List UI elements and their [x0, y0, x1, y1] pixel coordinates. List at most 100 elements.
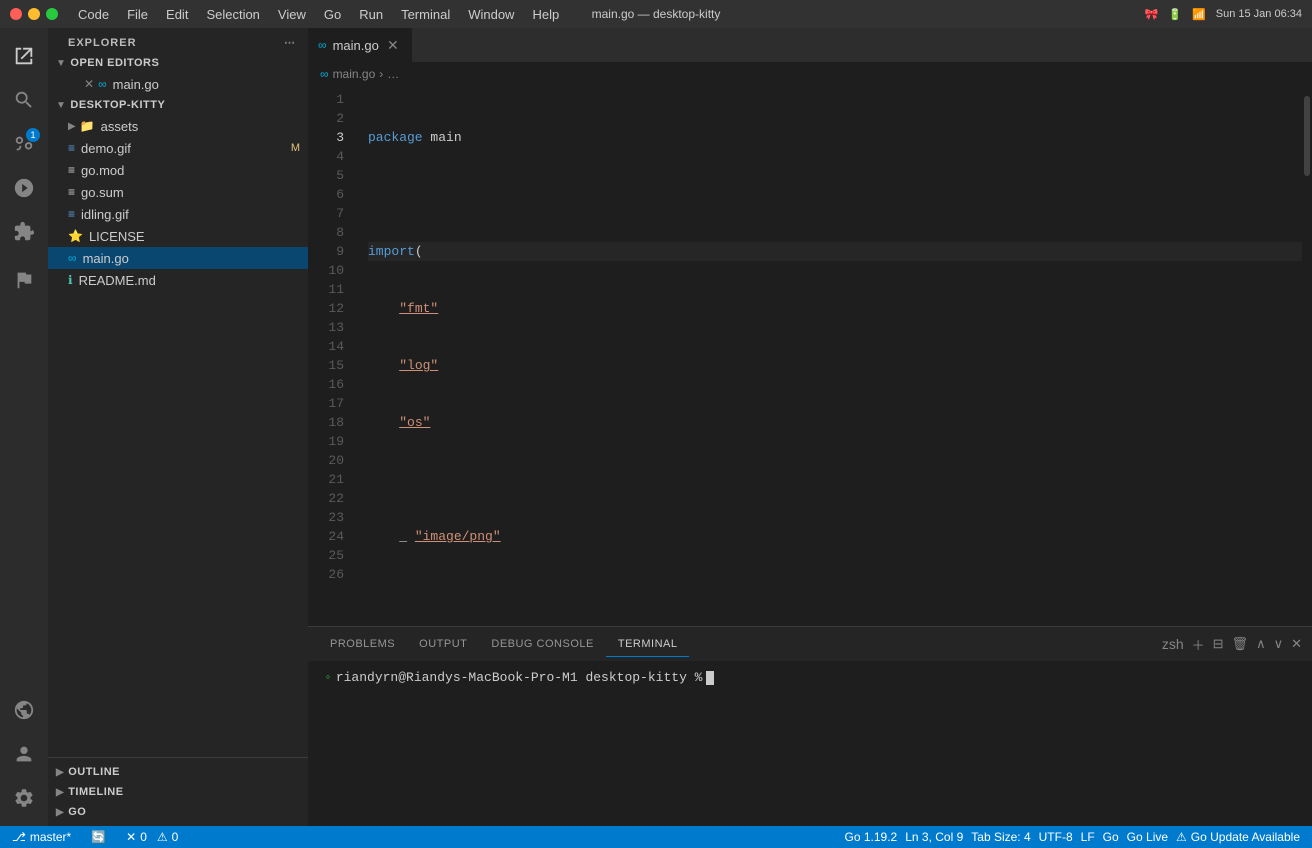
ln-16: 16 — [320, 375, 344, 394]
timeline-label: TIMELINE — [68, 786, 123, 798]
project-section[interactable]: ▼ DESKTOP-KITTY — [48, 95, 308, 115]
menu-view[interactable]: View — [270, 5, 314, 24]
assets-name: assets — [101, 119, 139, 134]
battery-icon: 🔋 — [1168, 8, 1182, 21]
activity-extensions[interactable] — [4, 212, 44, 252]
tab-debug-console[interactable]: DEBUG CONSOLE — [479, 632, 605, 656]
readme-icon: ℹ — [68, 273, 73, 287]
tree-item-main-go[interactable]: ∞ main.go — [48, 247, 308, 269]
terminal-content[interactable]: ◦ riandyrn@Riandys-MacBook-Pro-M1 deskto… — [308, 662, 1312, 826]
go-file-icon: ∞ — [98, 77, 107, 91]
tree-item-go-sum[interactable]: ≡ go.sum — [48, 181, 308, 203]
sync-icon: 🔄 — [91, 830, 106, 844]
tree-item-readme[interactable]: ℹ README.md — [48, 269, 308, 291]
editor-area: ∞ main.go ✕ ∞ main.go › … 1 2 3 4 — [308, 28, 1312, 826]
status-line-ending[interactable]: LF — [1077, 826, 1099, 848]
status-encoding[interactable]: UTF-8 — [1035, 826, 1077, 848]
activity-bar: 1 — [0, 28, 48, 826]
ln-9: 9 — [320, 242, 344, 261]
idling-gif-name: idling.gif — [81, 207, 129, 222]
sidebar: Explorer ⋯ ▼ OPEN EDITORS ✕ ∞ main.go ▼ … — [48, 28, 308, 826]
terminal-split-icon[interactable]: ⊟ — [1213, 636, 1224, 652]
code-editor[interactable]: 1 2 3 4 5 6 7 8 9 10 11 12 13 14 15 16 1 — [308, 86, 1312, 626]
tree-item-demo-gif[interactable]: ≡ demo.gif M — [48, 137, 308, 159]
warning-small-icon: ⚠ — [1176, 830, 1187, 844]
scrollbar[interactable] — [1302, 86, 1312, 626]
activity-explorer[interactable] — [4, 36, 44, 76]
activity-remote[interactable] — [4, 690, 44, 730]
status-language[interactable]: Go — [1099, 826, 1123, 848]
menu-terminal[interactable]: Terminal — [393, 5, 458, 24]
status-branch[interactable]: ⎇ master* — [8, 826, 75, 848]
tab-main-go[interactable]: ∞ main.go ✕ — [308, 28, 412, 62]
status-errors[interactable]: ✕ 0 ⚠ 0 — [122, 826, 182, 848]
status-go-update[interactable]: ⚠ Go Update Available — [1172, 826, 1304, 848]
activity-search[interactable] — [4, 80, 44, 120]
menu-window[interactable]: Window — [460, 5, 522, 24]
activity-source-control[interactable]: 1 — [4, 124, 44, 164]
system-icons: 🎀 🔋 📶 Sun 15 Jan 06:34 — [1145, 8, 1302, 21]
branch-name: master* — [30, 830, 71, 844]
outline-section[interactable]: ▶ OUTLINE — [48, 762, 308, 782]
ln-26: 26 — [320, 565, 344, 584]
menu-selection[interactable]: Selection — [198, 5, 267, 24]
menu-code[interactable]: Code — [70, 5, 117, 24]
close-editor-icon[interactable]: ✕ — [84, 77, 94, 91]
terminal-plus-icon[interactable]: ＋ — [1192, 635, 1205, 654]
open-editor-main-go[interactable]: ✕ ∞ main.go — [48, 73, 308, 95]
maximize-button[interactable] — [46, 8, 58, 20]
tree-item-license[interactable]: ⭐ LICENSE — [48, 225, 308, 247]
scroll-thumb[interactable] — [1304, 96, 1310, 176]
code-line-3: import ( — [368, 242, 1302, 261]
ln-20: 20 — [320, 451, 344, 470]
status-position[interactable]: Ln 3, Col 9 — [901, 826, 967, 848]
license-name: LICENSE — [89, 229, 145, 244]
tab-bar: ∞ main.go ✕ — [308, 28, 1312, 63]
go-section[interactable]: ▶ GO — [48, 802, 308, 822]
panel-chevron-up[interactable]: ∧ — [1256, 636, 1266, 652]
tree-item-assets[interactable]: ▶ 📁 assets — [48, 115, 308, 137]
tree-item-idling-gif[interactable]: ≡ idling.gif — [48, 203, 308, 225]
prompt-circle: ◦ — [324, 670, 332, 685]
titlebar: Code File Edit Selection View Go Run Ter… — [0, 0, 1312, 28]
menu-help[interactable]: Help — [524, 5, 567, 24]
breadcrumb-filename[interactable]: main.go — [333, 67, 376, 81]
tab-terminal[interactable]: TERMINAL — [606, 632, 690, 657]
menu-go[interactable]: Go — [316, 5, 349, 24]
menu-file[interactable]: File — [119, 5, 156, 24]
status-go-live[interactable]: Go Live — [1123, 826, 1172, 848]
status-tab-size[interactable]: Tab Size: 4 — [967, 826, 1034, 848]
activity-account[interactable] — [4, 734, 44, 774]
timeline-section[interactable]: ▶ TIMELINE — [48, 782, 308, 802]
sum-file-icon: ≡ — [68, 185, 75, 199]
activity-test[interactable] — [4, 260, 44, 300]
tab-output[interactable]: OUTPUT — [407, 632, 479, 656]
code-content[interactable]: package main import ( "fmt" "log" "os" _… — [352, 86, 1302, 626]
close-button[interactable] — [10, 8, 22, 20]
ln-17: 17 — [320, 394, 344, 413]
tree-item-go-mod[interactable]: ≡ go.mod — [48, 159, 308, 181]
breadcrumb-context[interactable]: … — [387, 67, 399, 81]
panel-close-icon[interactable]: ✕ — [1291, 636, 1302, 652]
open-editors-chevron: ▼ — [56, 58, 66, 69]
tab-problems[interactable]: PROBLEMS — [318, 632, 407, 656]
assets-chevron: ▶ — [68, 121, 76, 132]
status-right: Go 1.19.2 Ln 3, Col 9 Tab Size: 4 UTF-8 … — [841, 826, 1305, 848]
code-line-8: _ "image/png" — [368, 527, 1302, 546]
terminal-trash-icon[interactable]: 🗑 — [1232, 636, 1249, 652]
timeline-chevron: ▶ — [56, 787, 64, 798]
activity-run[interactable] — [4, 168, 44, 208]
new-file-icon[interactable]: ⋯ — [284, 36, 296, 49]
panel-chevron-down[interactable]: ∨ — [1274, 636, 1284, 652]
folder-icon: 📁 — [80, 119, 95, 133]
status-sync[interactable]: 🔄 — [87, 826, 110, 848]
tab-close-button[interactable]: ✕ — [385, 37, 401, 53]
status-go-version[interactable]: Go 1.19.2 — [841, 826, 902, 848]
minimize-button[interactable] — [28, 8, 40, 20]
open-editors-section[interactable]: ▼ OPEN EDITORS — [48, 53, 308, 73]
add-terminal-icon[interactable]: zsh — [1162, 636, 1184, 652]
modified-badge: M — [291, 142, 300, 154]
activity-settings[interactable] — [4, 778, 44, 818]
menu-edit[interactable]: Edit — [158, 5, 196, 24]
menu-run[interactable]: Run — [351, 5, 391, 24]
